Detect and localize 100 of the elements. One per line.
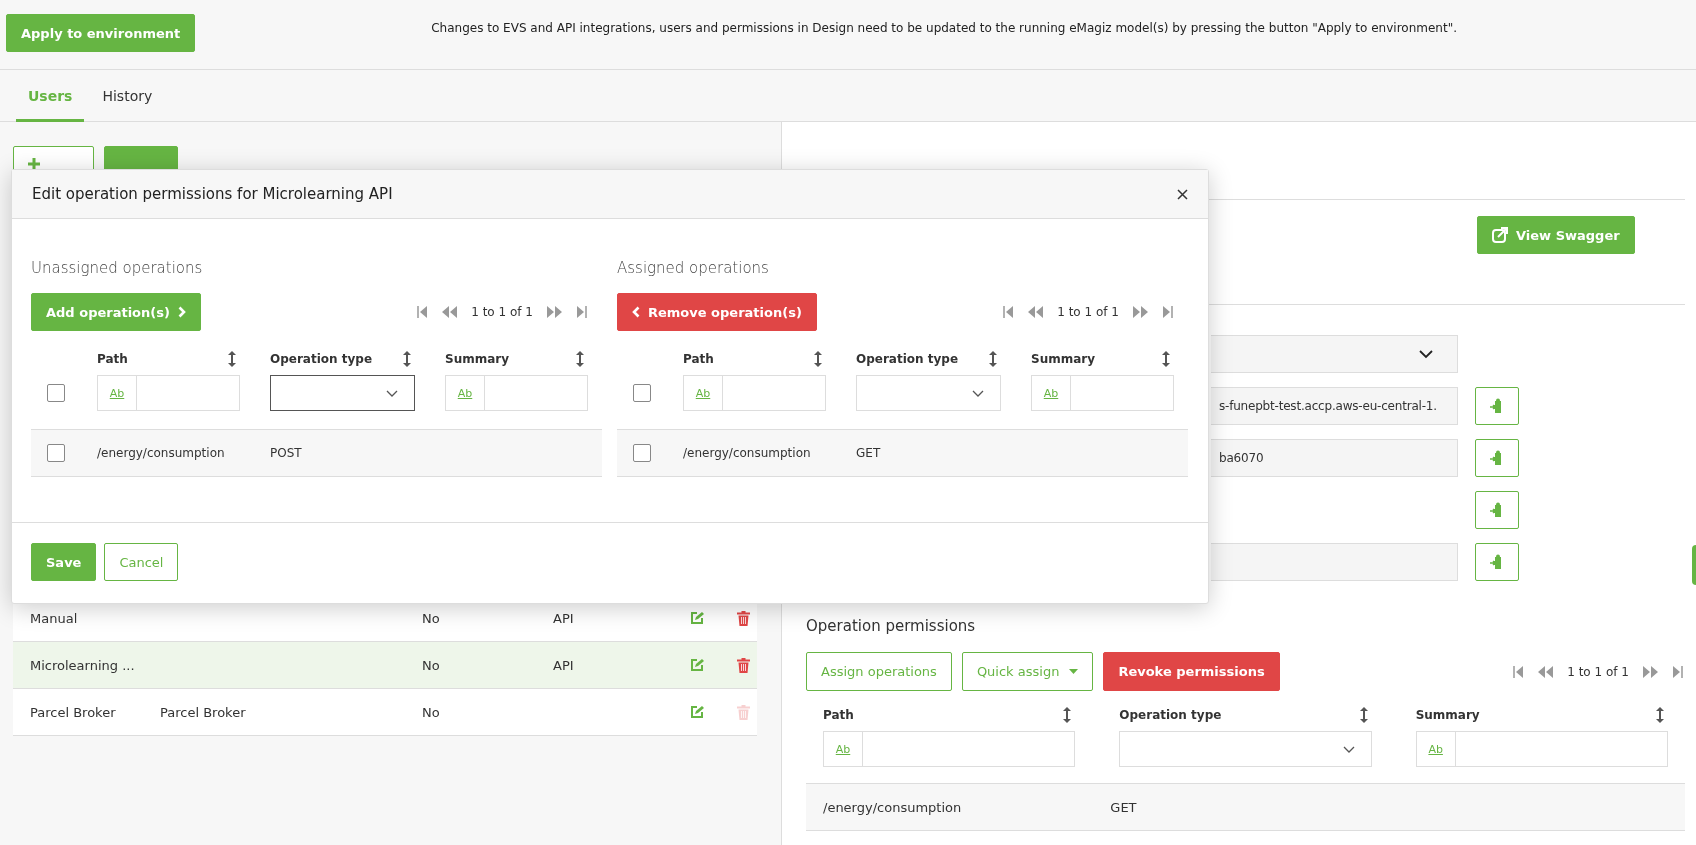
copy-button[interactable]	[1475, 439, 1519, 477]
previous-page-icon[interactable]	[1537, 665, 1554, 678]
action-button[interactable]: Assign operations	[806, 652, 952, 691]
view-swagger-button[interactable]: View Swagger	[1477, 216, 1635, 254]
copy-button[interactable]	[1475, 543, 1519, 581]
sort-icon[interactable]	[228, 351, 236, 367]
last-page-icon[interactable]	[1163, 306, 1173, 318]
table-cell: /energy/consumption	[683, 446, 811, 460]
copy-button[interactable]	[1475, 491, 1519, 529]
dialog-button[interactable]: Cancel	[104, 543, 179, 581]
table-cell: No	[422, 657, 440, 673]
trash-icon[interactable]	[737, 610, 750, 626]
checkbox[interactable]	[47, 444, 65, 462]
clipboard-icon	[1490, 398, 1504, 414]
table-cell: Parcel Broker	[160, 704, 246, 720]
clipboard-icon	[1490, 502, 1504, 518]
table-cell: API	[553, 610, 574, 626]
column-header: Operation type	[270, 352, 373, 366]
next-page-icon[interactable]	[547, 306, 563, 318]
input-field[interactable]: s-funepbt-test.accp.aws-eu-central-1.	[1211, 387, 1458, 425]
section-title: Unassigned operations	[31, 259, 204, 277]
close-icon[interactable]	[1177, 188, 1188, 200]
table-cell: API	[553, 657, 574, 673]
filter-field[interactable]: Ab	[97, 375, 240, 411]
edit-icon[interactable]	[690, 611, 704, 625]
dialog-button[interactable]: Save	[31, 543, 97, 581]
action-button[interactable]: Add operation(s)	[31, 293, 201, 331]
column-header: Summary	[1415, 708, 1480, 722]
table-cell: /energy/consumption	[823, 799, 962, 815]
chevron-down-icon	[1342, 745, 1355, 753]
last-page-icon[interactable]	[577, 306, 587, 318]
filter-field[interactable]: Ab	[445, 375, 588, 411]
sort-icon[interactable]	[1359, 707, 1368, 723]
input-field[interactable]	[1211, 543, 1458, 581]
copy-button[interactable]	[1475, 387, 1519, 425]
clipboard-icon	[1490, 554, 1504, 570]
last-page-icon[interactable]	[1673, 665, 1683, 678]
input-field[interactable]: ba6070	[1211, 439, 1458, 477]
external-link-icon	[1492, 227, 1508, 243]
table-cell: No	[422, 704, 440, 720]
sort-icon[interactable]	[989, 351, 997, 367]
sort-icon[interactable]	[1656, 707, 1664, 723]
pager-text: 1 to 1 of 1	[1057, 305, 1119, 319]
column-header: Operation type	[856, 352, 959, 366]
action-button[interactable]: Remove operation(s)	[617, 293, 817, 331]
table-cell: Parcel Broker	[30, 704, 116, 720]
table-cell: No	[422, 610, 440, 626]
table-cell: GET	[1110, 799, 1137, 815]
clipboard-icon	[1490, 450, 1504, 466]
table-cell: POST	[270, 446, 302, 460]
previous-page-icon[interactable]	[1027, 306, 1044, 318]
plus-icon	[28, 158, 40, 170]
filter-field[interactable]: Ab	[1415, 731, 1668, 767]
column-header: Operation type	[1119, 708, 1222, 722]
pager-text: 1 to 1 of 1	[1567, 664, 1629, 679]
column-header: Path	[823, 708, 854, 722]
dropdown-field[interactable]	[1211, 335, 1458, 373]
user-row[interactable]: Microlearning ... No API	[13, 642, 757, 689]
filter-dropdown[interactable]	[270, 375, 415, 411]
previous-page-icon[interactable]	[441, 306, 458, 318]
pager-text: 1 to 1 of 1	[471, 305, 533, 319]
section-title: Assigned operations	[617, 259, 770, 277]
sort-icon[interactable]	[1162, 351, 1170, 367]
action-button[interactable]: Quick assign	[961, 652, 1094, 691]
section-title: Operation permissions	[806, 617, 977, 635]
tab[interactable]: History	[90, 69, 165, 122]
dialog-title: Edit operation permissions for Microlearning API	[32, 185, 393, 203]
sort-icon[interactable]	[576, 351, 584, 367]
column-header: Summary	[445, 352, 510, 366]
filter-field[interactable]: Ab	[683, 375, 826, 411]
sort-icon[interactable]	[1063, 707, 1072, 723]
caret-icon	[1069, 669, 1079, 674]
first-page-icon[interactable]	[417, 306, 428, 318]
column-header: Path	[97, 352, 128, 366]
sort-icon[interactable]	[403, 351, 411, 367]
chevron-down-icon	[386, 389, 398, 397]
checkbox[interactable]	[47, 384, 65, 402]
chevron-left-icon	[632, 306, 640, 318]
table-cell: /energy/consumption	[97, 446, 225, 460]
sort-icon[interactable]	[814, 351, 822, 367]
chevron-down-icon	[972, 389, 984, 397]
apply-button[interactable]: Apply to environment	[6, 14, 196, 52]
first-page-icon[interactable]	[1513, 665, 1524, 678]
chevron-down-icon	[1419, 349, 1433, 359]
next-page-icon[interactable]	[1133, 306, 1149, 318]
action-button[interactable]: Revoke permissions	[1103, 652, 1280, 691]
filter-field[interactable]: Ab	[1031, 375, 1174, 411]
column-header: Path	[683, 352, 714, 366]
trash-icon[interactable]	[737, 657, 750, 673]
column-header: Summary	[1031, 352, 1096, 366]
edit-icon[interactable]	[690, 658, 704, 672]
table-cell: Manual	[30, 610, 78, 626]
next-page-icon[interactable]	[1643, 665, 1659, 678]
checkbox[interactable]	[633, 384, 651, 402]
table-cell: Microlearning ...	[30, 657, 135, 673]
filter-field[interactable]: Ab	[823, 731, 1076, 767]
checkbox[interactable]	[633, 444, 651, 462]
chevron-right-icon	[177, 306, 186, 318]
table-cell: GET	[856, 446, 881, 460]
first-page-icon[interactable]	[1003, 306, 1014, 318]
